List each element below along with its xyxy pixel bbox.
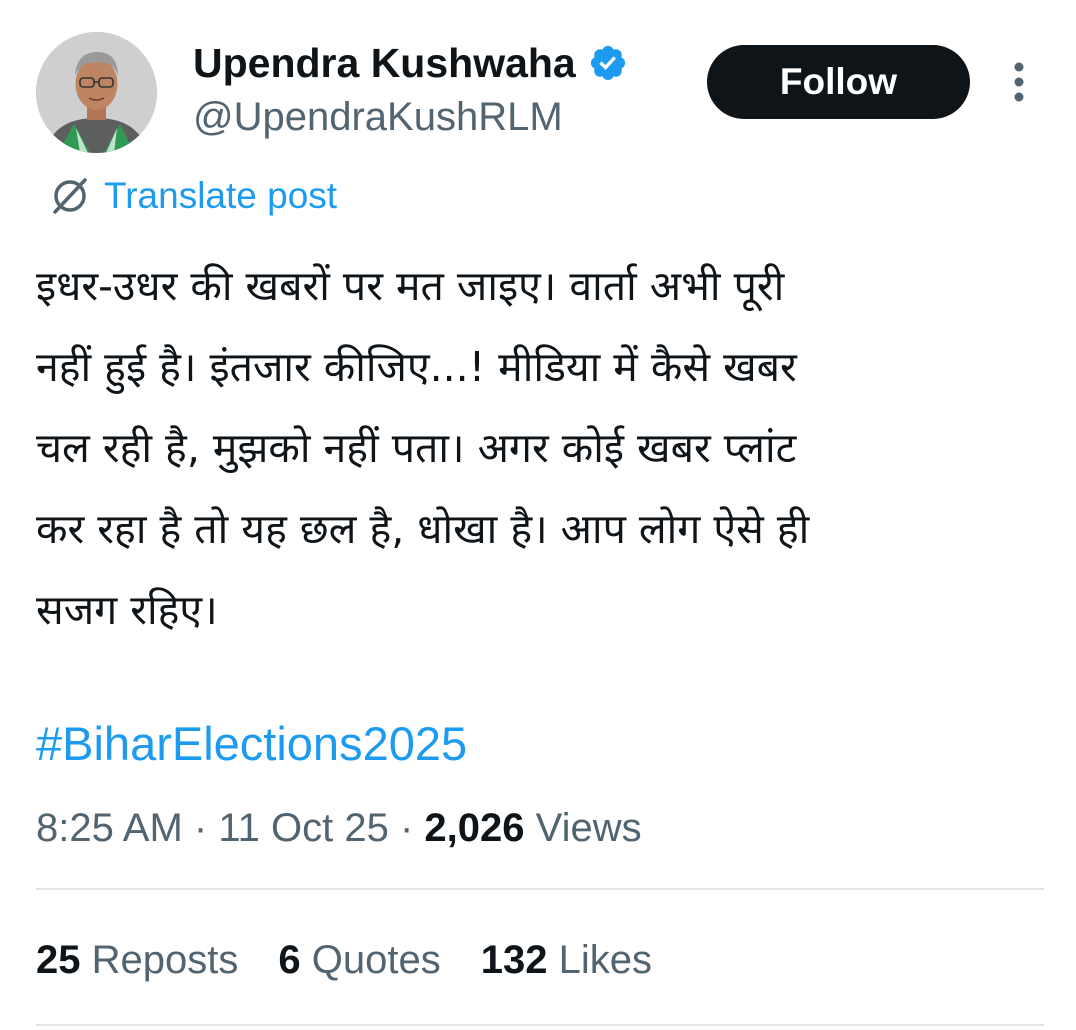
post-text-line: कर रहा है तो यह छल है, धोखा है। आप लोग ऐ… (36, 505, 810, 553)
meta-separator: · (399, 806, 414, 850)
post-text: इधर-उधर की खबरों पर मत जाइए। वार्ता अभी … (36, 246, 1046, 651)
more-vertical-icon[interactable] (1004, 60, 1034, 104)
author-display-name[interactable]: Upendra Kushwaha (193, 38, 576, 88)
likes-count: 132 (480, 938, 548, 982)
verified-badge-icon[interactable] (588, 43, 628, 83)
post-meta: 8:25 AM · 11 Oct 25 · 2,026 Views (36, 800, 642, 856)
quotes-label: Quotes (311, 938, 441, 982)
divider (36, 1024, 1044, 1026)
reposts-label: Reposts (91, 938, 239, 982)
post-text-line: सजग रहिए। (36, 586, 218, 634)
reposts-stat[interactable]: 25 Reposts (36, 932, 238, 988)
avatar[interactable] (36, 32, 157, 153)
translate-globe-icon (46, 172, 94, 220)
reposts-count: 25 (36, 938, 81, 982)
translate-post-label[interactable]: Translate post (104, 173, 337, 219)
views-label: Views (535, 806, 642, 850)
post-text-line: नहीं हुई है। इंतजार कीजिए...! मीडिया में… (36, 343, 797, 391)
avatar-image (36, 32, 157, 153)
likes-stat[interactable]: 132 Likes (481, 932, 652, 988)
hashtag-link[interactable]: #BiharElections2025 (36, 714, 467, 774)
quotes-stat[interactable]: 6 Quotes (278, 932, 440, 988)
post-time[interactable]: 8:25 AM (36, 806, 183, 850)
post-stats: 25 Reposts 6 Quotes 132 Likes (36, 932, 692, 988)
views-count: 2,026 (424, 806, 525, 850)
author-handle[interactable]: @UpendraKushRLM (193, 92, 563, 142)
post-date[interactable]: 11 Oct 25 (218, 806, 388, 850)
post-text-line: इधर-उधर की खबरों पर मत जाइए। वार्ता अभी … (36, 262, 785, 310)
likes-label: Likes (558, 938, 652, 982)
meta-separator: · (193, 806, 208, 850)
post-text-line: चल रही है, मुझको नहीं पता। अगर कोई खबर प… (36, 424, 797, 472)
follow-button[interactable]: Follow (707, 45, 970, 119)
quotes-count: 6 (278, 938, 301, 982)
divider (36, 888, 1044, 890)
author-display-name-row[interactable]: Upendra Kushwaha (193, 38, 628, 88)
translate-post-link[interactable]: Translate post (46, 172, 337, 220)
